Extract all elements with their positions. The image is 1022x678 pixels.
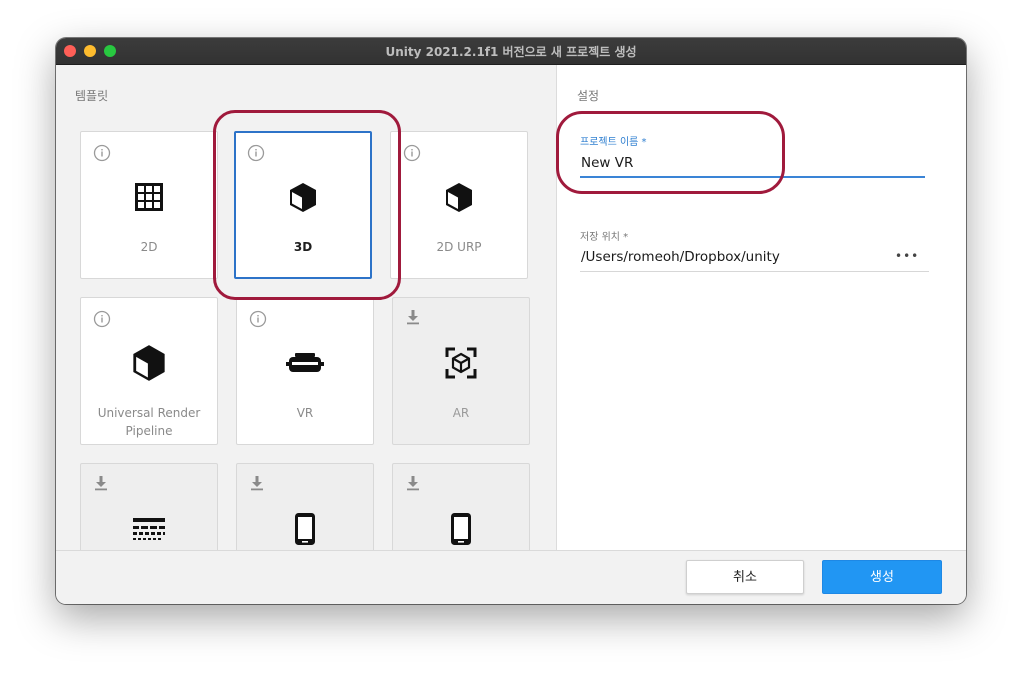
template-label: Universal Render Pipeline (97, 406, 201, 438)
info-icon[interactable] (403, 144, 421, 166)
new-project-window: Unity 2021.2.1f1 버전으로 새 프로젝트 생성 템플릿 2D 3… (56, 38, 966, 604)
download-icon[interactable] (405, 309, 421, 329)
template-label: VR (296, 406, 314, 420)
download-icon[interactable] (405, 475, 421, 495)
create-button[interactable]: 생성 (822, 560, 942, 594)
template-card-urp[interactable]: Universal Render Pipeline (80, 297, 218, 445)
templates-section-title: 템플릿 (75, 89, 109, 103)
phone-icon (237, 512, 373, 546)
location-input[interactable] (581, 247, 881, 267)
cancel-button[interactable]: 취소 (686, 560, 804, 594)
template-label: 3D (293, 240, 313, 254)
location-underline (580, 271, 929, 272)
location-label: 저장 위치 * (580, 232, 629, 243)
template-card-2d[interactable]: 2D (80, 131, 218, 279)
template-card-2d-urp[interactable]: 2D URP (390, 131, 528, 279)
template-label: 2D (140, 240, 158, 254)
cube-icon (81, 345, 217, 381)
template-card-terrain[interactable] (80, 463, 218, 550)
title-bar: Unity 2021.2.1f1 버전으로 새 프로젝트 생성 (56, 38, 966, 65)
project-name-underline (580, 176, 925, 178)
download-icon[interactable] (93, 475, 109, 495)
vr-headset-icon (237, 346, 373, 380)
template-card-ar[interactable]: AR (392, 297, 530, 445)
download-icon[interactable] (249, 475, 265, 495)
template-label: 2D URP (436, 240, 482, 254)
template-card-vr[interactable]: VR (236, 297, 374, 445)
settings-section-title: 설정 (577, 89, 600, 103)
template-card-3d[interactable]: 3D (234, 131, 372, 279)
template-label: AR (452, 406, 470, 420)
terrain-icon (81, 512, 217, 546)
window-title: Unity 2021.2.1f1 버전으로 새 프로젝트 생성 (385, 45, 637, 59)
cube-icon (391, 180, 527, 214)
ar-cube-icon (393, 346, 529, 380)
info-icon[interactable] (93, 144, 111, 166)
info-icon[interactable] (247, 144, 265, 166)
browse-location-button[interactable]: ••• (895, 249, 919, 263)
dialog-footer: 취소 생성 (56, 550, 966, 604)
info-icon[interactable] (93, 310, 111, 332)
info-icon[interactable] (249, 310, 267, 332)
templates-pane: 템플릿 2D 3D 2D URP Universal Render Pipeli… (56, 65, 556, 550)
template-card-mobile-1[interactable] (236, 463, 374, 550)
cube-icon (236, 180, 370, 214)
grid-icon (81, 180, 217, 214)
template-card-mobile-2[interactable] (392, 463, 530, 550)
phone-icon (393, 512, 529, 546)
project-name-input[interactable] (581, 153, 921, 173)
settings-pane: 설정 프로젝트 이름 * 저장 위치 * ••• (556, 65, 966, 550)
project-name-label: 프로젝트 이름 * (580, 137, 647, 148)
template-grid: 2D 3D 2D URP Universal Render Pipeline V… (80, 131, 540, 550)
